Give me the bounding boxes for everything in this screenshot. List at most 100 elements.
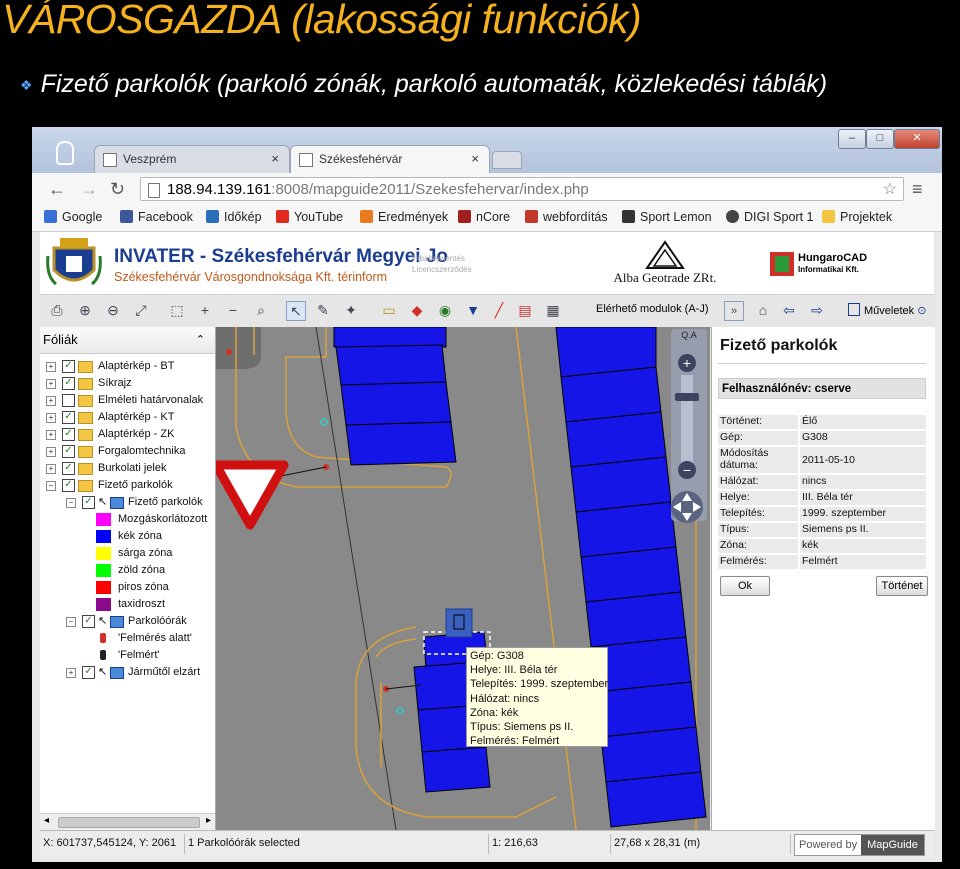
layer-checkbox[interactable]: ✓ [62, 479, 75, 492]
expand-icon[interactable]: + [46, 362, 56, 372]
parking-meter-icon [100, 650, 106, 660]
clear-selection-icon[interactable]: ◆ [408, 301, 426, 319]
bookmark-label: Időkép [224, 210, 262, 224]
scroll-right-icon[interactable]: ▸ [206, 815, 211, 826]
maximize-button[interactable]: □ [866, 129, 894, 149]
zoom-rectangle-icon[interactable]: ⬚ [168, 301, 186, 319]
bug-report-link[interactable]: Hibabejelentés [412, 253, 472, 264]
zoom-selection-icon[interactable]: ⌕ [252, 301, 270, 319]
parking-meter-icon [100, 633, 106, 643]
user-icon[interactable] [56, 141, 74, 165]
layer-checkbox[interactable]: ✓ [62, 428, 75, 441]
close-tab-icon[interactable]: × [271, 146, 279, 172]
coordinates-readout: X: 601737,545124, Y: 2061 [43, 837, 177, 849]
property-row: Típus: Siemens ps II. [718, 523, 926, 537]
collapse-icon[interactable]: − [66, 498, 76, 508]
scroll-left-icon[interactable]: ◂ [44, 815, 49, 826]
collapse-icon[interactable]: − [46, 481, 56, 491]
layer-checkbox[interactable]: ✓ [62, 360, 75, 373]
pdf-icon[interactable]: ▤ [516, 301, 534, 319]
bookmark-digi-sport[interactable]: DIGI Sport 1 [726, 210, 813, 224]
expand-icon[interactable]: + [46, 413, 56, 423]
forward-arrow-icon[interactable]: ⇨ [808, 301, 826, 319]
layer-label: Fizető parkolók [128, 496, 203, 508]
bookmark-facebook[interactable]: Facebook [120, 210, 193, 224]
measure-icon[interactable]: ▭ [380, 301, 398, 319]
bookmark-eredmenyek[interactable]: Eredmények [360, 210, 448, 224]
modules-menu[interactable]: Elérhető modulok (A-J) [596, 303, 709, 315]
folder-icon [822, 210, 835, 223]
tab-veszprem[interactable]: Veszprém × [94, 145, 290, 173]
legend-label: 'Felmérés alatt' [118, 632, 192, 644]
layer-checkbox[interactable]: ✓ [62, 411, 75, 424]
license-link[interactable]: Licencszerződés [412, 264, 472, 275]
zoom-extent-icon[interactable]: ⤢ [132, 301, 150, 319]
bookmark-ncore[interactable]: nCore [458, 210, 510, 224]
scroll-thumb[interactable] [58, 817, 200, 828]
zoom-in-tool-icon[interactable]: ⊕ [76, 301, 94, 319]
reload-icon[interactable]: ↻ [110, 179, 125, 200]
legend-tool-icon[interactable]: ▦ [544, 301, 562, 319]
close-window-button[interactable]: ✕ [894, 129, 940, 149]
bookmark-google[interactable]: Google [44, 210, 102, 224]
select-icon[interactable]: ↖ [286, 301, 306, 321]
legend-swatch [96, 530, 111, 543]
url-host: 188.94.139.161 [167, 181, 272, 198]
back-arrow-icon[interactable]: ⇦ [780, 301, 798, 319]
bookmark-youtube[interactable]: YouTube [276, 210, 343, 224]
minimize-button[interactable]: – [838, 129, 866, 149]
expand-icon[interactable]: + [46, 447, 56, 457]
bookmark-projektek[interactable]: Projektek [822, 210, 892, 224]
back-icon[interactable]: ← [48, 179, 66, 200]
legend-swatch [96, 581, 111, 594]
zoom-in-icon[interactable]: + [196, 301, 214, 319]
hungarocad-sub: Informatikai Kft. [798, 265, 859, 274]
expand-panel-icon[interactable]: » [724, 301, 744, 321]
bookmark-sport-lemon[interactable]: Sport Lemon [622, 210, 712, 224]
horizontal-scrollbar[interactable]: ◂ ▸ [40, 813, 215, 830]
zoom-slider[interactable]: + − [671, 329, 707, 523]
url-path: :8008/mapguide2011/Szekesfehervar/index.… [271, 181, 589, 198]
layer-checkbox[interactable]: ✓ [82, 496, 95, 509]
tab-szekesfehervar[interactable]: Székesfehérvár × [290, 145, 490, 173]
layer-checkbox[interactable]: ✓ [82, 615, 95, 628]
collapse-icon[interactable]: ⌃ [196, 327, 205, 353]
zoom-out-icon[interactable]: − [224, 301, 242, 319]
layer-checkbox[interactable]: ✓ [82, 666, 95, 679]
redline-icon[interactable]: ╱ [490, 301, 508, 319]
map-canvas[interactable]: + − [216, 327, 710, 830]
menu-icon[interactable]: ≡ [912, 179, 923, 200]
print-icon[interactable]: ⎙ [48, 301, 66, 319]
layer-checkbox[interactable]: ✓ [62, 377, 75, 390]
layer-checkbox[interactable]: ✓ [62, 462, 75, 475]
expand-icon[interactable]: + [46, 430, 56, 440]
buffer-icon[interactable]: ◉ [436, 301, 454, 319]
history-button[interactable]: Történet [876, 576, 928, 596]
url-field[interactable]: 188.94.139.161:8008/mapguide2011/Szekesf… [140, 177, 904, 201]
folder-icon [78, 361, 93, 373]
expand-icon[interactable]: + [66, 668, 76, 678]
zoom-out-tool-icon[interactable]: ⊖ [104, 301, 122, 319]
legend-swatch [96, 564, 111, 577]
expand-icon[interactable]: + [46, 379, 56, 389]
home-icon[interactable]: ⌂ [754, 301, 772, 319]
expand-icon[interactable]: + [46, 464, 56, 474]
expand-icon[interactable]: + [46, 396, 56, 406]
banner-links: Hibabejelentés Licencszerződés [412, 253, 472, 275]
select-polygon-icon[interactable]: ✦ [342, 301, 360, 319]
layer-checkbox[interactable]: ✓ [62, 445, 75, 458]
operations-menu[interactable]: Műveletek ⊙ [848, 303, 926, 317]
layer-checkbox[interactable] [62, 394, 75, 407]
forward-icon[interactable]: → [80, 179, 98, 200]
bookmark-star-icon[interactable]: ☆ [883, 178, 897, 202]
map-view[interactable]: + − Q.A Gép: G308 Helye: III. Béla tér T… [216, 327, 710, 830]
bookmark-idokep[interactable]: Időkép [206, 210, 262, 224]
bookmark-webforditas[interactable]: webfordítás [525, 210, 608, 224]
select-radius-icon[interactable]: ✎ [314, 301, 332, 319]
filter-icon[interactable]: ▼ [464, 301, 482, 319]
new-tab-button[interactable] [492, 151, 522, 169]
close-tab-icon[interactable]: × [471, 146, 479, 172]
collapse-icon[interactable]: − [66, 617, 76, 627]
selectable-cursor-icon: ↖ [98, 666, 108, 678]
ok-button[interactable]: Ok [720, 576, 770, 596]
